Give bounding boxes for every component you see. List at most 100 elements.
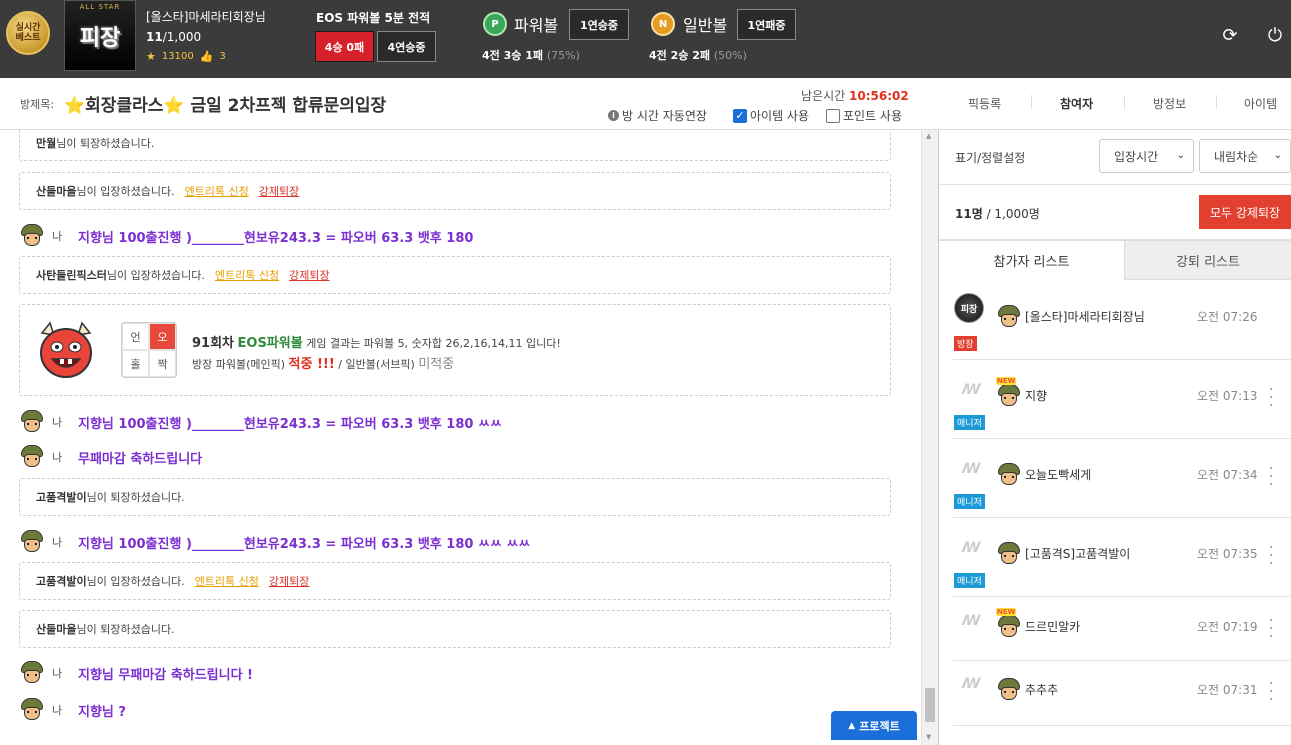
participant-row[interactable]: ꟿ NEW 드르민알카 오전 07:19 · · · xyxy=(953,598,1291,661)
scroll-thumb[interactable] xyxy=(925,688,935,722)
powerball-record-text: 4전 3승 1패 xyxy=(482,49,543,62)
sender-label: 나 xyxy=(52,451,63,464)
item-use-option[interactable]: ✓ 아이템 사용 xyxy=(733,107,809,124)
refresh-icon[interactable]: ⟳ xyxy=(1219,24,1241,46)
member-count: 11/1,000 xyxy=(146,30,201,44)
participant-name: 오늘도빡세게 xyxy=(1025,468,1092,482)
kick-link[interactable]: 강제퇴장 xyxy=(269,573,309,589)
role-badge: 매니저 xyxy=(954,494,985,509)
participant-time: 오전 07:13 xyxy=(1197,389,1258,403)
system-message-user: 만월 xyxy=(36,136,57,150)
more-options-icon[interactable]: · · · xyxy=(1269,614,1273,644)
participant-count-max: / 1,000명 xyxy=(982,207,1040,221)
sort-select[interactable]: 입장시간 ⌄ xyxy=(1099,139,1194,173)
kick-all-button[interactable]: 모두 강제퇴장 xyxy=(1199,195,1291,229)
auto-extend-option[interactable]: i 방 시간 자동연장 xyxy=(608,107,707,124)
new-tag: NEW xyxy=(996,608,1017,616)
role-badge: 방장 xyxy=(954,336,977,351)
room-bar: 방제목: ⭐회장클라스⭐ 금일 2차프젝 합류문의입장 남은시간 10:56:0… xyxy=(0,78,1291,130)
normalball-record-text: 4전 2승 2패 xyxy=(649,49,710,62)
participant-row[interactable]: 피장 [올스타]마세라티회장님 오전 07:26 방장 xyxy=(953,281,1291,360)
power-icon[interactable]: ⏻ xyxy=(1264,24,1286,46)
participant-row[interactable]: ꟿ NEW 지향 오전 07:13 · · · 매니저 xyxy=(953,360,1291,439)
divider xyxy=(939,184,1291,185)
sender-label: 나 xyxy=(52,416,63,429)
kick-link[interactable]: 강제퇴장 xyxy=(289,267,329,283)
participant-avatar xyxy=(996,305,1022,329)
system-message-text: 님이 퇴장하셨습니다. xyxy=(56,136,155,150)
participant-name: 추추추 xyxy=(1025,683,1059,697)
message-text: 지향님 무패마감 축하드립니다 ! xyxy=(78,667,253,683)
entry-talk-link[interactable]: 엔트리톡 신청 xyxy=(195,573,259,589)
system-message: 만월 님이 퇴장하셨습니다. xyxy=(19,130,891,161)
more-options-icon[interactable]: · · · xyxy=(1269,462,1273,492)
tab-participants[interactable]: 참여자 xyxy=(1060,95,1093,112)
role-badge: 매니저 xyxy=(954,415,985,430)
level-icon: ꟿ xyxy=(962,540,981,556)
point-use-checkbox[interactable] xyxy=(826,108,840,123)
tab-participant-list[interactable]: 참가자 리스트 xyxy=(939,240,1124,280)
system-message: 산들마을 님이 입장하셨습니다. 엔트리톡 신청 강제퇴장 xyxy=(19,172,891,210)
tab-kicked-list[interactable]: 강퇴 리스트 xyxy=(1124,240,1291,280)
message-text: 무패마감 축하드립니다 xyxy=(78,451,203,467)
host-likes: 3 xyxy=(219,51,226,62)
more-options-icon[interactable]: · · · xyxy=(1269,541,1273,571)
chat-message: 나 지향님 100출진행 )________현보유243.3 = 파오버 63.3… xyxy=(19,409,502,435)
participant-row[interactable]: ꟿ 오늘도빡세게 오전 07:34 · · · 매니저 xyxy=(953,439,1291,518)
participant-name: 드르민알카 xyxy=(1025,620,1081,634)
point-use-option[interactable]: 포인트 사용 xyxy=(826,107,902,124)
kick-link[interactable]: 강제퇴장 xyxy=(259,183,299,199)
user-avatar-icon xyxy=(996,615,1022,639)
user-avatar-icon xyxy=(19,445,45,469)
result-cell: 언 xyxy=(122,323,149,350)
app-window: 실시간 베스트 ALL STAR 피장 [올스타]마세라티회장님 11/1,00… xyxy=(0,0,1291,745)
more-options-icon[interactable]: · · · xyxy=(1269,677,1273,707)
tab-items[interactable]: 아이템 xyxy=(1244,95,1277,112)
more-options-icon[interactable]: · · · xyxy=(1269,383,1273,413)
point-use-label: 포인트 사용 xyxy=(843,109,903,123)
normalball-label: 일반볼 xyxy=(683,16,728,35)
result-cell: 홀 xyxy=(122,350,149,377)
result-cell: 짝 xyxy=(149,350,176,377)
user-avatar-icon xyxy=(996,542,1022,566)
streak-button[interactable]: 4연승중 xyxy=(377,31,436,62)
project-button-label: 프로젝트 xyxy=(859,719,900,733)
level-icon: ꟿ xyxy=(962,382,981,398)
host-pick-result: 적중 !!! xyxy=(288,357,335,372)
thumbs-up-icon: 👍 xyxy=(199,50,214,63)
normalball-record: 4전 2승 2패 (50%) xyxy=(649,47,747,63)
chevron-down-icon: ⌄ xyxy=(1273,150,1282,161)
separator: / xyxy=(338,358,342,371)
scroll-up-icon[interactable]: ▲ xyxy=(926,132,931,140)
chat-message: 나 지향님 100출진행 )________현보유243.3 = 파오버 63.3… xyxy=(19,223,473,249)
host-points: 13100 xyxy=(161,51,194,62)
member-count-value: 11 xyxy=(146,30,163,44)
system-message: 고품격발이 님이 입장하셨습니다. 엔트리톡 신청 강제퇴장 xyxy=(19,562,891,600)
scroll-down-icon[interactable]: ▼ xyxy=(926,733,931,741)
entry-talk-link[interactable]: 엔트리톡 신청 xyxy=(215,267,279,283)
participant-time: 오전 07:19 xyxy=(1197,620,1258,634)
participant-time: 오전 07:34 xyxy=(1197,468,1258,482)
entry-talk-link[interactable]: 엔트리톡 신청 xyxy=(185,183,249,199)
auto-extend-label: 방 시간 자동연장 xyxy=(622,109,707,123)
chat-scrollbar[interactable]: ▲ ▼ xyxy=(921,130,938,745)
tab-room-info[interactable]: 방정보 xyxy=(1153,95,1186,112)
participant-avatar xyxy=(996,678,1022,702)
participant-row[interactable]: ꟿ 추추추 오전 07:31 · · · xyxy=(953,661,1291,726)
item-use-checkbox[interactable]: ✓ xyxy=(733,108,747,123)
sort-settings-label: 표기/정렬설정 xyxy=(955,151,1026,165)
project-button[interactable]: ▲ 프로젝트 xyxy=(831,711,917,740)
participant-row[interactable]: ꟿ [고품격S]고품격발이 오전 07:35 · · · 매니저 xyxy=(953,518,1291,597)
user-avatar-icon xyxy=(996,305,1022,329)
tab-pick-register[interactable]: 픽등록 xyxy=(968,95,1001,112)
sub-pick-result: 미적중 xyxy=(418,357,455,372)
caret-up-icon: ▲ xyxy=(848,720,856,731)
remaining-time: 남은시간 10:56:02 xyxy=(801,87,909,104)
chevron-down-icon: ⌄ xyxy=(1176,150,1185,161)
chat-message: 나 지향님 100출진행 )________현보유243.3 = 파오버 63.3… xyxy=(19,529,530,555)
realtime-best-badge[interactable]: 실시간 베스트 xyxy=(6,11,50,55)
result-grid: 언오홀짝 xyxy=(121,322,177,378)
record-button[interactable]: 4승 0패 xyxy=(315,31,374,62)
round-number: 91회차 xyxy=(192,336,235,351)
order-select[interactable]: 내림차순 ⌄ xyxy=(1199,139,1291,173)
